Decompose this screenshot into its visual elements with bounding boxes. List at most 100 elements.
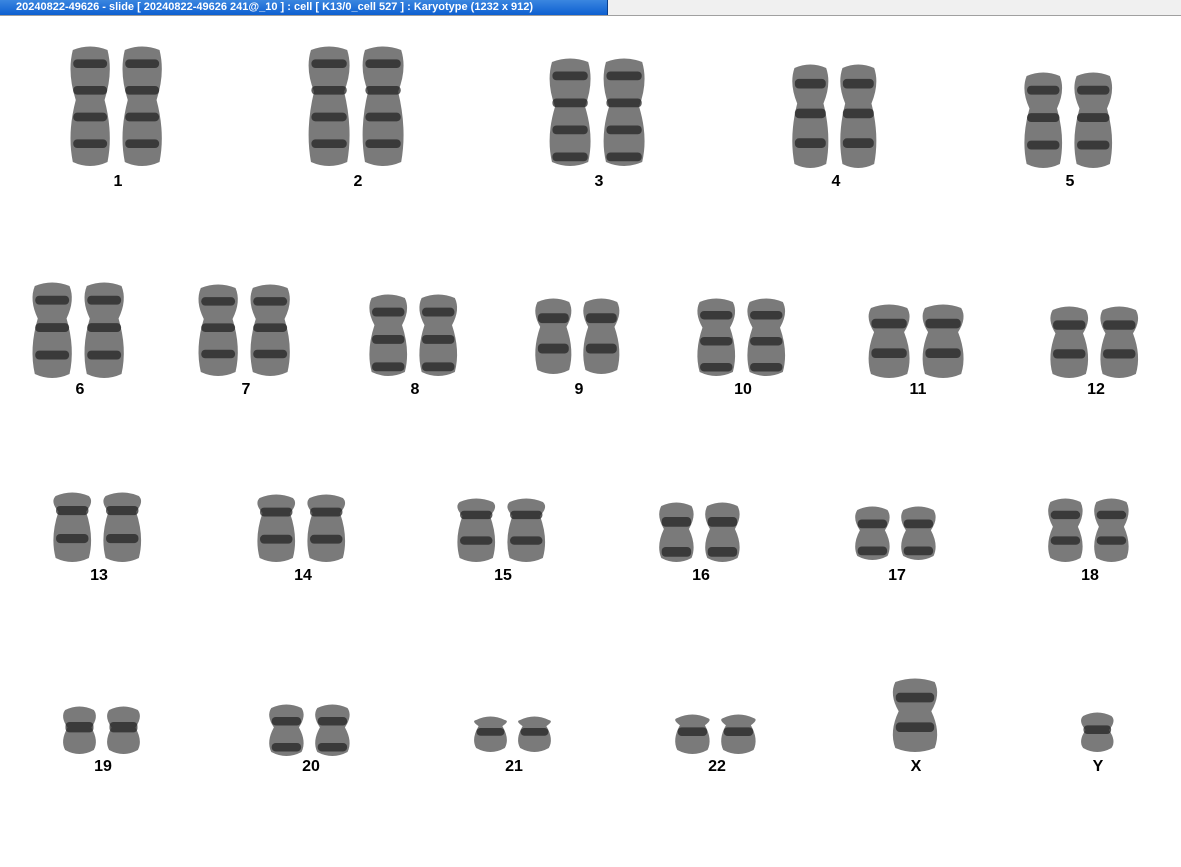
chromosome-pair-y[interactable] xyxy=(1076,708,1120,756)
chromosome-18-copy-2[interactable] xyxy=(1094,498,1129,563)
chromosome-band xyxy=(201,297,236,306)
chromosome-10-copy-2[interactable] xyxy=(747,298,786,377)
chromosome-band xyxy=(750,337,783,346)
chromosome-pair-9[interactable] xyxy=(530,294,628,378)
chromosome-pair-11[interactable] xyxy=(863,300,973,382)
chromosome-12-copy-2[interactable] xyxy=(1100,306,1139,379)
chromosome-19-copy-1[interactable] xyxy=(63,706,96,755)
chromosome-9-copy-2[interactable] xyxy=(583,298,620,375)
chromosome-17-copy-2[interactable] xyxy=(901,506,936,561)
chromosome-pair-20[interactable] xyxy=(264,700,358,760)
chromosome-x[interactable] xyxy=(892,678,938,753)
chromosome-pair-6[interactable] xyxy=(27,278,133,382)
chromosome-6-copy-2[interactable] xyxy=(84,282,124,379)
chromosome-6-copy-1[interactable] xyxy=(32,282,72,379)
chromosome-pair-4[interactable] xyxy=(787,60,885,172)
chromosome-band xyxy=(661,547,692,557)
chromosome-label-3: 3 xyxy=(594,173,604,190)
chromosome-4-copy-2[interactable] xyxy=(840,64,877,169)
chromosome-2-copy-1[interactable] xyxy=(308,46,350,167)
chromosome-8-copy-2[interactable] xyxy=(419,294,458,377)
chromosome-8-copy-1[interactable] xyxy=(369,294,408,377)
chromosome-14-copy-2[interactable] xyxy=(307,494,346,563)
chromosome-4-copy-1[interactable] xyxy=(792,64,829,169)
chromosome-pair-10[interactable] xyxy=(692,294,794,380)
chromosome-pair-21[interactable] xyxy=(469,712,559,756)
chromosome-pair-3[interactable] xyxy=(544,54,654,170)
chromosome-16-copy-1[interactable] xyxy=(659,502,694,563)
chromosome-16-copy-2[interactable] xyxy=(705,502,740,563)
chromosome-3-copy-2[interactable] xyxy=(603,58,645,167)
chromosome-3-copy-1[interactable] xyxy=(549,58,591,167)
chromosome-label-19: 19 xyxy=(94,758,112,775)
chromosome-band xyxy=(106,506,139,516)
chromosome-7-copy-1[interactable] xyxy=(198,284,238,377)
chromosome-22-copy-2[interactable] xyxy=(721,714,756,755)
chromosome-band xyxy=(895,722,935,733)
chromosome-17-copy-1[interactable] xyxy=(855,506,890,561)
chromosome-20-copy-1[interactable] xyxy=(269,704,304,757)
chromosome-pair-13[interactable] xyxy=(48,488,150,566)
chromosome-14-copy-1[interactable] xyxy=(257,494,296,563)
chromosome-1-copy-1[interactable] xyxy=(70,46,110,167)
chromosome-band xyxy=(125,112,160,122)
chromosome-11-copy-1[interactable] xyxy=(868,304,910,379)
chromosome-label-7: 7 xyxy=(241,381,251,398)
chromosome-21-copy-1[interactable] xyxy=(474,716,507,753)
chromosome-band xyxy=(460,510,493,520)
chromosome-22-copy-1[interactable] xyxy=(675,714,710,755)
chromosome-band xyxy=(125,139,160,148)
chromosome-band xyxy=(125,59,160,68)
chromosome-pair-1[interactable] xyxy=(65,42,171,170)
chromosome-15-copy-2[interactable] xyxy=(507,498,546,563)
chromosome-label-21: 21 xyxy=(505,758,523,775)
chromosome-band xyxy=(925,318,961,329)
chromosome-band xyxy=(895,692,935,703)
chromosome-20-copy-2[interactable] xyxy=(315,704,350,757)
chromosome-15-copy-1[interactable] xyxy=(457,498,496,563)
chromosome-band xyxy=(1050,536,1081,545)
window-title-tab[interactable]: 20240822-49626 - slide [ 20240822-49626 … xyxy=(0,0,608,15)
chromosome-band xyxy=(510,536,543,545)
chromosome-21-copy-2[interactable] xyxy=(518,716,551,753)
chromosome-pair-15[interactable] xyxy=(452,494,554,566)
chromosome-13-copy-2[interactable] xyxy=(103,492,142,563)
karyotype-window: 20240822-49626 - slide [ 20240822-49626 … xyxy=(0,0,1181,867)
chromosome-1-copy-2[interactable] xyxy=(122,46,162,167)
chromosome-pair-8[interactable] xyxy=(364,290,466,380)
chromosome-2-copy-2[interactable] xyxy=(362,46,404,167)
chromosome-pair-x[interactable] xyxy=(887,674,945,756)
chromosome-19-copy-2[interactable] xyxy=(107,706,140,755)
chromosome-pair-18[interactable] xyxy=(1043,494,1137,566)
chromosome-18-copy-1[interactable] xyxy=(1048,498,1083,563)
chromosome-pair-5[interactable] xyxy=(1019,68,1121,172)
chromosome-7-copy-2[interactable] xyxy=(250,284,290,377)
chromosome-pair-12[interactable] xyxy=(1045,302,1147,382)
chromosome-pair-17[interactable] xyxy=(850,502,944,564)
chromosome-9-copy-1[interactable] xyxy=(535,298,572,375)
chromosome-band xyxy=(422,307,455,317)
chromosome-pair-19[interactable] xyxy=(58,702,148,758)
chromosome-pair-2[interactable] xyxy=(303,42,413,170)
chromosome-pair-7[interactable] xyxy=(193,280,299,380)
chromosome-label-5: 5 xyxy=(1065,173,1075,190)
chromosome-13-copy-1[interactable] xyxy=(53,492,92,563)
chromosome-5-copy-1[interactable] xyxy=(1024,72,1063,169)
chromosome-pair-16[interactable] xyxy=(654,498,748,566)
chromosome-label-16: 16 xyxy=(692,567,710,584)
chromosome-10-copy-1[interactable] xyxy=(697,298,736,377)
chromosome-band xyxy=(372,307,405,317)
chromosome-5-copy-2[interactable] xyxy=(1074,72,1113,169)
chromosome-y[interactable] xyxy=(1081,712,1114,753)
chromosome-band xyxy=(65,722,94,733)
chromosome-pair-22[interactable] xyxy=(670,710,764,758)
chromosome-12-copy-1[interactable] xyxy=(1050,306,1089,379)
chromosome-band xyxy=(56,534,89,544)
karyogram-panel[interactable]: 1 2 3 4 5 6 7 8 9 10 11 12 13 14 15 16 17 18 19 20 21 22 X Y xyxy=(0,16,1181,867)
chromosome-band xyxy=(677,727,708,736)
chromosome-band xyxy=(476,728,505,736)
chromosome-label-2: 2 xyxy=(353,173,363,190)
chromosome-pair-14[interactable] xyxy=(252,490,354,566)
chromosome-band xyxy=(260,534,293,544)
chromosome-11-copy-2[interactable] xyxy=(922,304,964,379)
